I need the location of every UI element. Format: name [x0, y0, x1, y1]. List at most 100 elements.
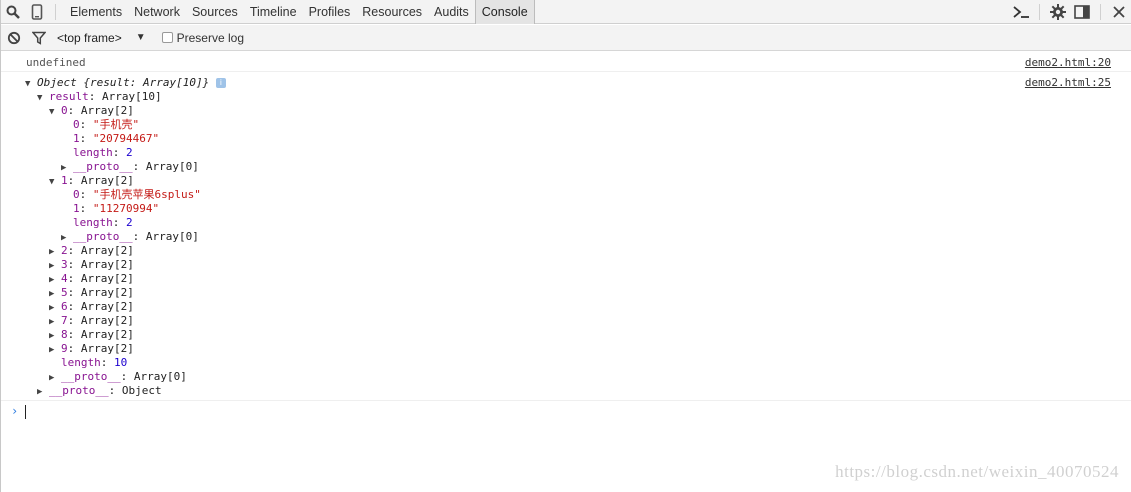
console-messages: undefined demo2.html:20 demo2.html:25 ▼ O…	[1, 52, 1131, 492]
collapsed-triangle-icon[interactable]: ▶	[49, 371, 61, 385]
result-row[interactable]: ▼ result: Array[10]	[1, 90, 1131, 104]
array-entry-row[interactable]: ▼ 1: Array[2]	[1, 174, 1131, 188]
length-key: length	[73, 216, 113, 229]
panel-tabs: Elements Network Sources Timeline Profil…	[64, 0, 535, 24]
item-key: 1	[73, 132, 80, 145]
toolbar-divider	[1039, 4, 1040, 20]
source-link[interactable]: demo2.html:20	[1025, 56, 1111, 69]
item-key: 1	[73, 202, 80, 215]
preserve-log-toggle[interactable]: Preserve log	[161, 30, 244, 45]
array-entry-row[interactable]: ▶ 2: Array[2]	[1, 244, 1131, 258]
item-key: 0	[73, 188, 80, 201]
frame-selector[interactable]: <top frame> ▼	[57, 31, 146, 45]
array-item-row: 0: "手机壳"	[73, 118, 140, 131]
proto-row[interactable]: ▶ __proto__: Array[0]	[1, 230, 1131, 244]
info-icon[interactable]: i	[215, 78, 226, 88]
proto-row[interactable]: ▶ __proto__: Array[0]	[1, 370, 1131, 384]
tab-network[interactable]: Network	[128, 0, 186, 24]
clear-console-icon[interactable]	[1, 25, 26, 51]
collapsed-triangle-icon[interactable]: ▶	[49, 315, 61, 329]
collapsed-triangle-icon[interactable]: ▶	[49, 259, 61, 273]
array-entry-key: 7	[61, 314, 68, 327]
tab-audits[interactable]: Audits	[428, 0, 475, 24]
object-root-row[interactable]: ▼ Object {result: Array[10]} i	[1, 76, 1131, 90]
preserve-log-label: Preserve log	[176, 30, 244, 45]
array-entry-row[interactable]: ▶ 6: Array[2]	[1, 300, 1131, 314]
array-item-row: 1: "20794467"	[73, 132, 160, 145]
array-entry-row[interactable]: ▶ 7: Array[2]	[1, 314, 1131, 328]
tab-console[interactable]: Console	[474, 0, 535, 24]
toolbar-divider	[55, 3, 56, 20]
tab-timeline[interactable]: Timeline	[244, 0, 303, 24]
array-entry-row[interactable]: ▶ 8: Array[2]	[1, 328, 1131, 342]
array-entry-value: Array[2]	[80, 314, 134, 327]
result-value: Array[10]	[102, 90, 162, 103]
result-length-row: length: 10	[61, 356, 128, 369]
collapsed-triangle-icon[interactable]: ▶	[49, 273, 61, 287]
frame-selector-label: <top frame>	[57, 30, 122, 45]
array-entry-value: Array[2]	[80, 174, 134, 187]
collapsed-triangle-icon[interactable]: ▶	[61, 231, 73, 245]
length-value: 2	[126, 146, 133, 159]
expand-triangle-icon[interactable]: ▼	[49, 175, 61, 189]
dock-side-icon[interactable]	[1070, 0, 1094, 24]
collapsed-triangle-icon[interactable]: ▶	[49, 329, 61, 343]
array-entry-value: Array[2]	[80, 244, 134, 257]
proto-row[interactable]: ▶ __proto__: Array[0]	[1, 160, 1131, 174]
array-entry-key: 0	[61, 104, 68, 117]
array-entry-row[interactable]: ▶ 9: Array[2]	[1, 342, 1131, 356]
expand-triangle-icon[interactable]: ▼	[37, 91, 49, 105]
item-value: "手机壳"	[92, 118, 140, 131]
collapsed-triangle-icon[interactable]: ▶	[49, 245, 61, 259]
log-text: undefined	[26, 56, 86, 69]
array-entry-row[interactable]: ▶ 5: Array[2]	[1, 286, 1131, 300]
array-entry-value: Array[2]	[80, 328, 134, 341]
console-message-undefined: undefined demo2.html:20	[1, 52, 1131, 72]
array-entry-row[interactable]: ▼ 0: Array[2]	[1, 104, 1131, 118]
proto-value: Array[0]	[145, 230, 199, 243]
collapsed-triangle-icon[interactable]: ▶	[37, 385, 49, 399]
gear-icon[interactable]	[1046, 0, 1070, 24]
console-prompt[interactable]: ›	[1, 401, 1131, 423]
tab-resources[interactable]: Resources	[356, 0, 428, 24]
array-entry-key: 9	[61, 342, 68, 355]
collapsed-triangle-icon[interactable]: ▶	[49, 287, 61, 301]
expand-triangle-icon[interactable]: ▼	[25, 77, 37, 91]
search-icon[interactable]	[1, 0, 25, 24]
devtools-tabbar: Elements Network Sources Timeline Profil…	[1, 0, 1131, 24]
array-entry-key: 5	[61, 286, 68, 299]
tab-sources[interactable]: Sources	[186, 0, 244, 24]
device-mode-icon[interactable]	[25, 0, 49, 24]
collapsed-triangle-icon[interactable]: ▶	[49, 343, 61, 357]
result-key: result	[49, 90, 89, 103]
item-value: "20794467"	[92, 132, 160, 145]
tab-profiles[interactable]: Profiles	[303, 0, 357, 24]
toolbar-right-group	[1009, 0, 1131, 24]
watermark: https://blog.csdn.net/weixin_40070524	[835, 462, 1119, 481]
array-entry-row[interactable]: ▶ 4: Array[2]	[1, 272, 1131, 286]
length-value: 10	[114, 356, 128, 369]
item-value: "11270994"	[92, 202, 160, 215]
close-icon[interactable]	[1107, 0, 1131, 24]
tab-elements[interactable]: Elements	[64, 0, 128, 24]
text-caret	[25, 405, 26, 419]
collapsed-triangle-icon[interactable]: ▶	[49, 301, 61, 315]
expand-triangle-icon[interactable]: ▼	[49, 105, 61, 119]
array-entry-value: Array[2]	[80, 258, 134, 271]
array-entry-value: Array[2]	[80, 286, 134, 299]
array-entry-value: Array[2]	[80, 104, 134, 117]
filter-icon[interactable]	[26, 25, 51, 51]
object-proto-row[interactable]: ▶ __proto__: Object	[1, 384, 1131, 398]
console-toolbar: <top frame> ▼ Preserve log	[1, 25, 1131, 51]
length-value: 2	[126, 216, 133, 229]
array-item-row: 0: "手机壳苹果6splus"	[73, 188, 201, 201]
array-entry-key: 2	[61, 244, 68, 257]
array-entry-key: 8	[61, 328, 68, 341]
collapsed-triangle-icon[interactable]: ▶	[61, 161, 73, 175]
object-preview: {result: Array[10]}	[83, 76, 210, 89]
toolbar-divider	[1100, 4, 1101, 20]
array-entry-row[interactable]: ▶ 3: Array[2]	[1, 258, 1131, 272]
prompt-chevron-icon: ›	[11, 404, 19, 418]
preserve-log-checkbox[interactable]	[161, 32, 173, 43]
console-drawer-icon[interactable]	[1009, 0, 1033, 24]
